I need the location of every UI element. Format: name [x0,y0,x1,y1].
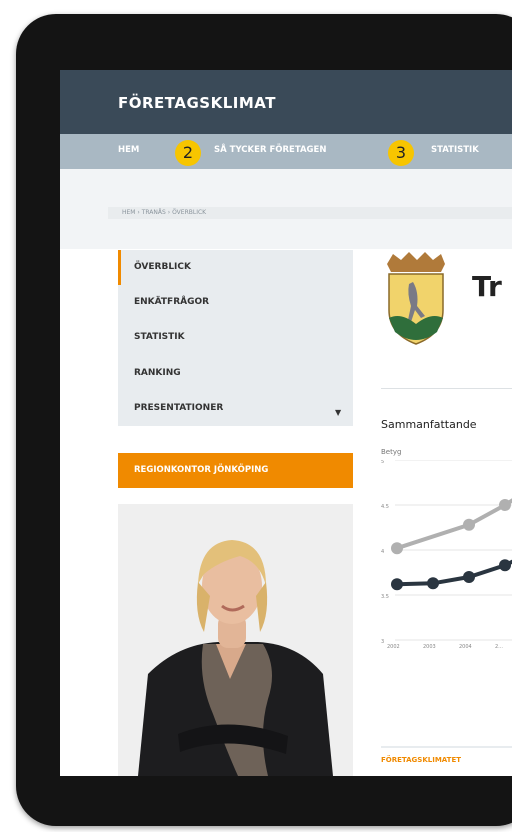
y-tick-label: 3.5 [381,594,389,600]
sidebar-item-overblick[interactable]: ÖVERBLICK [134,262,191,272]
series-line [396,498,512,551]
series-line [396,559,512,587]
sidebar-item-statistik[interactable]: STATISTIK [134,332,185,342]
main-nav: HEM 2 SÅ TYCKER FÖRETAGEN 3 STATISTIK [60,134,512,169]
breadcrumb: HEM › TRANÅS › ÖVERBLICK [108,207,512,219]
step-badge-2: 2 [175,140,201,166]
y-tick-label: 3 [381,639,384,645]
y-tick-label: 4.5 [381,504,389,510]
chevron-down-icon[interactable]: ▼ [335,408,341,417]
x-tick-label: 2004 [459,644,472,650]
sidebar-item-enkatfragor[interactable]: ENKÄTFRÅGOR [134,297,209,307]
x-tick-label: 2003 [423,644,436,650]
breadcrumb-item[interactable]: TRANÅS [142,209,166,216]
chart-title: Sammanfattande [381,418,477,431]
site-title[interactable]: FÖRETAGSKLIMAT [118,94,276,112]
step-badge-3: 3 [388,140,414,166]
tablet-screen: FÖRETAGSKLIMAT HEM 2 SÅ TYCKER FÖRETAGEN… [60,70,512,776]
y-tick-label: 4 [381,549,384,555]
site-header: FÖRETAGSKLIMAT [60,70,512,134]
breadcrumb-bar: HEM › TRANÅS › ÖVERBLICK [60,169,512,249]
section-label: FÖRETAGSKLIMATET [381,756,462,764]
sidebar-item-presentationer[interactable]: PRESENTATIONER [134,403,223,413]
data-point[interactable] [463,571,475,583]
divider [381,746,512,748]
divider [381,388,512,389]
x-tick-label: 2002 [387,644,400,650]
data-point[interactable] [499,559,511,572]
page-title: Tr [472,270,502,303]
data-point[interactable] [391,542,403,555]
active-indicator [118,250,121,285]
data-point[interactable] [463,518,475,531]
data-point[interactable] [499,499,511,511]
nav-item-statistik[interactable]: STATISTIK [431,145,479,155]
coat-of-arms-icon [381,252,451,352]
nav-item-hem[interactable]: HEM [118,145,139,155]
contact-person-photo [118,504,353,776]
sidebar-item-ranking[interactable]: RANKING [134,368,181,378]
x-tick-label: 2... [495,644,503,650]
y-tick-label: 5 [381,460,384,465]
breadcrumb-item[interactable]: ÖVERBLICK [172,209,206,216]
data-point[interactable] [391,578,403,591]
region-office-button[interactable]: REGIONKONTOR JÖNKÖPING [118,453,353,488]
nav-item-sa-tycker-foretagen[interactable]: SÅ TYCKER FÖRETAGEN [214,145,326,155]
chart-y-axis-label: Betyg [381,448,402,456]
rating-line-chart: 5 4.5 4 3.5 32002 2003 2004 2... [381,460,512,650]
data-point[interactable] [427,577,439,590]
breadcrumb-item[interactable]: HEM [122,209,135,216]
